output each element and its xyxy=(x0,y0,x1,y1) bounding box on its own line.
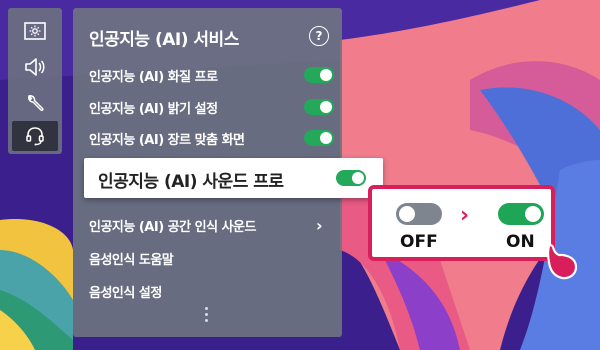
more-items-indicator xyxy=(205,307,208,325)
toggle-switch-on[interactable] xyxy=(304,67,334,83)
chevron-right-icon: › xyxy=(316,215,323,235)
toggle-on-example xyxy=(498,203,544,225)
headset-icon xyxy=(26,127,44,146)
toggle-switch-on[interactable] xyxy=(336,170,366,186)
speaker-icon xyxy=(25,58,45,76)
menu-item-ai-genre-picture[interactable]: 인공지능 (AI) 장르 맞춤 화면 xyxy=(73,123,342,153)
menu-item-label: 음성인식 도움말 xyxy=(89,252,174,268)
help-button[interactable]: ? xyxy=(309,26,329,46)
menu-item-ai-picture-pro[interactable]: 인공지능 (AI) 화질 프로 xyxy=(73,60,342,90)
picture-settings-icon xyxy=(24,22,46,40)
menu-item-label: 인공지능 (AI) 밝기 설정 xyxy=(89,101,218,117)
menu-item-label: 인공지능 (AI) 사운드 프로 xyxy=(98,172,284,192)
menu-item-label: 음성인식 설정 xyxy=(89,285,162,301)
panel-title: 인공지능 (AI) 서비스 xyxy=(89,30,239,50)
menu-item-label: 인공지능 (AI) 공간 인식 사운드 xyxy=(89,219,256,235)
pointer-cursor-icon xyxy=(547,244,578,280)
menu-item-ai-spatial-sound[interactable]: 인공지능 (AI) 공간 인식 사운드 › xyxy=(73,210,342,240)
toggle-callout: › OFF ON xyxy=(368,185,555,261)
general-settings-button[interactable] xyxy=(12,88,58,118)
sound-settings-button[interactable] xyxy=(12,52,58,82)
settings-category-rail xyxy=(8,8,62,154)
toggle-switch-on[interactable] xyxy=(304,99,334,115)
picture-settings-button[interactable] xyxy=(12,16,58,46)
toggle-switch-on[interactable] xyxy=(304,130,334,146)
menu-item-ai-sound-pro-focused[interactable]: 인공지능 (AI) 사운드 프로 xyxy=(84,158,383,198)
wrench-icon xyxy=(28,95,44,112)
support-settings-button[interactable] xyxy=(12,121,58,151)
off-label: OFF xyxy=(400,232,438,252)
on-label: ON xyxy=(506,232,535,252)
arrow-right-icon: › xyxy=(460,203,470,228)
toggle-off-example xyxy=(396,203,442,225)
menu-item-label: 인공지능 (AI) 화질 프로 xyxy=(89,69,218,85)
menu-item-voice-help[interactable]: 음성인식 도움말 xyxy=(73,243,342,273)
menu-item-voice-settings[interactable]: 음성인식 설정 xyxy=(73,276,342,306)
menu-item-ai-brightness[interactable]: 인공지능 (AI) 밝기 설정 xyxy=(73,92,342,122)
menu-item-label: 인공지능 (AI) 장르 맞춤 화면 xyxy=(89,132,245,148)
